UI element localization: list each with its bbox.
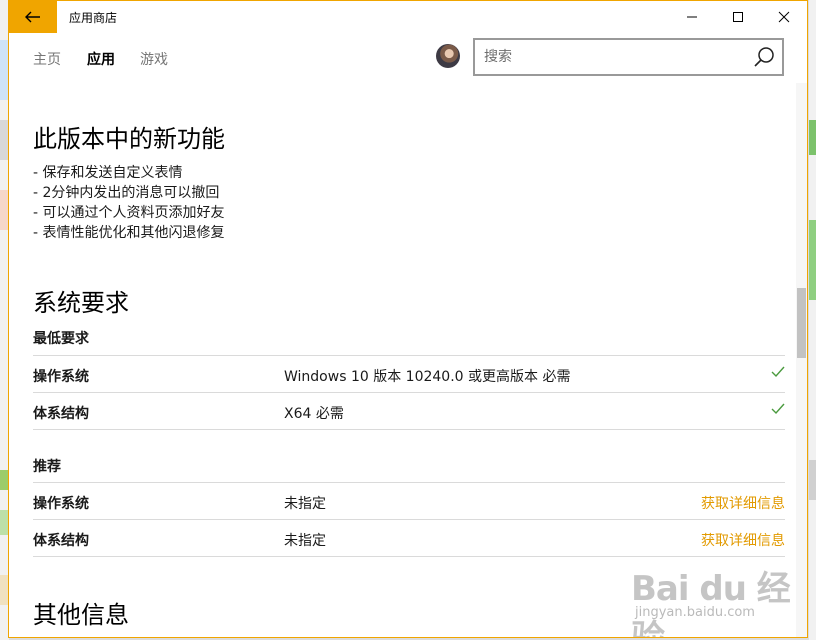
- whats-new-heading: 此版本中的新功能: [33, 125, 225, 153]
- get-details-link[interactable]: 获取详细信息: [701, 493, 785, 513]
- maximize-button[interactable]: [715, 1, 761, 33]
- list-item: - 2分钟内发出的消息可以撤回: [33, 185, 220, 201]
- watermark-url: jingyan.baidu.com: [635, 605, 755, 620]
- top-navigation: 主页 应用 游戏: [9, 33, 807, 83]
- tab-home[interactable]: 主页: [33, 49, 61, 69]
- req-label: 体系结构: [33, 533, 89, 549]
- maximize-icon: [733, 12, 743, 22]
- table-row: 体系结构 X64 必需: [33, 392, 785, 430]
- req-label: 操作系统: [33, 369, 89, 385]
- search-box: [473, 38, 784, 76]
- user-avatar[interactable]: [436, 44, 460, 68]
- get-details-link[interactable]: 获取详细信息: [701, 530, 785, 550]
- back-button[interactable]: [9, 1, 57, 33]
- minimum-requirements-title: 最低要求: [33, 331, 89, 347]
- store-window: 应用商店 主页 应用 游戏 此版本中的新功能 - 保存和发送自定: [8, 0, 808, 638]
- search-icon: [754, 47, 774, 67]
- req-value: Windows 10 版本 10240.0 或更高版本 必需: [284, 369, 571, 385]
- req-label: 体系结构: [33, 406, 89, 422]
- list-item: - 保存和发送自定义表情: [33, 165, 183, 181]
- close-icon: [778, 11, 790, 23]
- table-row: 操作系统 未指定 获取详细信息: [33, 482, 785, 519]
- checkmark-icon: [771, 366, 785, 378]
- minimize-icon: [687, 16, 697, 18]
- list-item: - 表情性能优化和其他闪退修复: [33, 225, 225, 241]
- table-row: 体系结构 未指定 获取详细信息: [33, 519, 785, 557]
- req-label: 操作系统: [33, 496, 89, 512]
- desktop-background-right: [809, 0, 816, 640]
- tab-games[interactable]: 游戏: [140, 49, 168, 69]
- tab-apps[interactable]: 应用: [87, 49, 115, 69]
- other-info-heading: 其他信息: [33, 601, 129, 629]
- search-button[interactable]: [750, 43, 778, 71]
- whats-new-list: - 保存和发送自定义表情 - 2分钟内发出的消息可以撤回 - 可以通过个人资料页…: [33, 163, 225, 243]
- minimize-button[interactable]: [669, 1, 715, 33]
- title-bar: 应用商店: [9, 1, 807, 33]
- scrollbar-thumb[interactable]: [797, 288, 806, 358]
- vertical-scrollbar[interactable]: [796, 83, 807, 637]
- checkmark-icon: [771, 403, 785, 415]
- app-title: 应用商店: [69, 11, 118, 25]
- arrow-left-icon: [25, 11, 40, 23]
- main-content: 此版本中的新功能 - 保存和发送自定义表情 - 2分钟内发出的消息可以撤回 - …: [33, 83, 785, 637]
- table-row: 操作系统 Windows 10 版本 10240.0 或更高版本 必需: [33, 355, 785, 392]
- watermark: Bai du 经验 jingyan.baidu.com: [631, 561, 791, 637]
- system-requirements-heading: 系统要求: [33, 289, 129, 317]
- list-item: - 可以通过个人资料页添加好友: [33, 205, 225, 221]
- close-button[interactable]: [761, 1, 807, 33]
- recommended-requirements-title: 推荐: [33, 459, 61, 475]
- req-value: 未指定: [284, 533, 326, 549]
- req-value: X64 必需: [284, 406, 344, 422]
- search-input[interactable]: [475, 40, 763, 74]
- req-value: 未指定: [284, 496, 326, 512]
- watermark-brand: Bai du 经验: [631, 569, 791, 638]
